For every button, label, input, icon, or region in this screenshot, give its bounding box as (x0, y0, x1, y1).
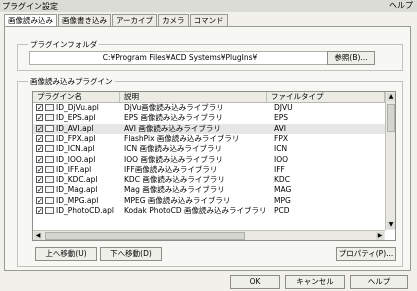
plugin-description: EPS 画像読み込みライブラリ (124, 113, 223, 123)
column-header-filetype[interactable]: ファイルタイプ (267, 92, 385, 102)
plugin-description: IOO 画像読み込みライブラリ (124, 154, 223, 164)
plugin-filetype: PCD (274, 206, 290, 215)
plugin-enabled-checkbox[interactable]: ✓ (36, 186, 43, 194)
move-up-button[interactable]: 上へ移動(U) (35, 247, 97, 261)
plugin-name: ID_Mag.apl (56, 185, 98, 195)
plugin-filetype: MAG (274, 185, 292, 195)
plugin-settings-dialog: プラグイン設定 ヘルプ 画像読み込み 画像書き込み アーカイブ カメラ コマンド… (0, 0, 417, 291)
plugin-file-icon (45, 124, 54, 132)
reader-plugins-caption: 画像読み込みプラグイン (28, 76, 115, 87)
plugin-enabled-checkbox[interactable]: ✓ (36, 165, 43, 173)
plugin-enabled-checkbox[interactable]: ✓ (36, 104, 43, 112)
plugin-enabled-checkbox[interactable]: ✓ (36, 145, 43, 153)
plugin-filetype: IOO (274, 154, 289, 164)
browse-button[interactable]: 参照(B)... (327, 51, 375, 65)
plugin-file-icon (45, 155, 54, 163)
plugin-filetype: KDC (274, 175, 290, 185)
plugin-name: ID_IOO.apl (56, 154, 96, 164)
plugin-name: ID_DjVu.apl (56, 103, 99, 112)
plugin-filetype: IFF (274, 164, 285, 174)
plugin-enabled-checkbox[interactable]: ✓ (36, 124, 43, 132)
plugin-description: MPEG 画像読み込みライブラリ (124, 195, 231, 205)
plugin-row[interactable]: ✓ ID_DjVu.apl DjVu画像読み込みライブラリ DJVU (33, 103, 385, 113)
scroll-right-arrow-icon[interactable]: ▶ (376, 232, 384, 240)
plugin-enabled-checkbox[interactable]: ✓ (36, 155, 43, 163)
plugin-file-icon (45, 165, 54, 173)
plugin-file-icon (45, 186, 54, 194)
column-header-description[interactable]: 説明 (120, 92, 267, 102)
plugin-name: ID_IFF.apl (56, 164, 92, 174)
plugin-file-icon (45, 104, 54, 111)
plugin-filetype: EPS (274, 113, 289, 123)
plugin-row[interactable]: ✓ ID_PhotoCD.apl Kodak PhotoCD 画像読み込みライブラリ… (33, 206, 385, 216)
plugin-file-icon (45, 207, 54, 214)
plugin-description: DjVu画像読み込みライブラリ (124, 103, 224, 112)
plugin-file-icon (45, 145, 54, 153)
tab-archive[interactable]: アーカイブ (112, 14, 158, 26)
plugin-name: ID_PhotoCD.apl (56, 206, 114, 215)
plugin-name: ID_EPS.apl (56, 113, 96, 123)
tab-image-write[interactable]: 画像書き込み (58, 14, 111, 26)
plugin-description: KDC 画像読み込みライブラリ (124, 175, 225, 185)
plugin-row[interactable]: ✓ ID_AVI.apl AVI 画像読み込みライブラリ AVI (33, 123, 385, 134)
title-bar: プラグイン設定 ヘルプ (0, 0, 417, 12)
plugin-name: ID_FPX.apl (56, 133, 96, 143)
plugin-file-icon (45, 114, 54, 122)
scroll-up-arrow-icon[interactable]: ▲ (387, 93, 395, 101)
plugin-folder-caption: プラグインフォルダ (28, 39, 100, 50)
scroll-down-arrow-icon[interactable]: ▼ (387, 221, 395, 229)
plugin-row[interactable]: ✓ ID_FPX.apl FlashPix 画像読み込みライブラリ FPX (33, 134, 385, 144)
cancel-button[interactable]: キャンセル (285, 275, 345, 289)
plugin-filetype: ICN (274, 144, 288, 154)
horizontal-scrollbar[interactable]: ◀ ▶ (33, 230, 385, 240)
plugin-row[interactable]: ✓ ID_IFF.apl IFF画像読み込みライブラリ IFF (33, 165, 385, 175)
plugin-enabled-checkbox[interactable]: ✓ (36, 114, 43, 122)
plugin-enabled-checkbox[interactable]: ✓ (36, 196, 43, 204)
title-help-button[interactable]: ヘルプ (389, 0, 413, 11)
plugin-name: ID_AVI.apl (56, 123, 94, 133)
plugin-name: ID_ICN.apl (56, 144, 95, 154)
plugin-row[interactable]: ✓ ID_MPG.apl MPEG 画像読み込みライブラリ MPG (33, 196, 385, 206)
tab-camera[interactable]: カメラ (158, 14, 189, 26)
list-header: プラグイン名 説明 ファイルタイプ (33, 92, 385, 103)
plugin-description: FlashPix 画像読み込みライブラリ (124, 133, 240, 143)
ok-button[interactable]: OK (230, 275, 280, 289)
plugin-list[interactable]: プラグイン名 説明 ファイルタイプ ✓ ID_DjVu.apl DjVu画像読み込み… (32, 91, 396, 241)
plugin-enabled-checkbox[interactable]: ✓ (36, 207, 43, 215)
plugin-enabled-checkbox[interactable]: ✓ (36, 176, 43, 184)
plugin-row[interactable]: ✓ ID_IOO.apl IOO 画像読み込みライブラリ IOO (33, 155, 385, 165)
plugin-name: ID_MPG.apl (56, 195, 99, 205)
vertical-scrollbar[interactable]: ▲ ▼ (385, 92, 395, 230)
plugin-filetype: AVI (274, 123, 286, 133)
plugin-filetype: MPG (274, 195, 291, 205)
plugin-file-icon (45, 176, 54, 184)
plugin-filetype: FPX (274, 133, 288, 143)
move-down-button[interactable]: 下へ移動(D) (100, 247, 162, 261)
plugin-folder-path[interactable]: C:¥Program Files¥ACD Systems¥PlugIns¥ (29, 51, 331, 65)
plugin-description: Kodak PhotoCD 画像読み込みライブラリ (124, 206, 267, 215)
plugin-row[interactable]: ✓ ID_EPS.apl EPS 画像読み込みライブラリ EPS (33, 113, 385, 123)
plugin-description: IFF画像読み込みライブラリ (124, 164, 218, 174)
plugin-filetype: DJVU (274, 103, 293, 112)
window-title: プラグイン設定 (2, 2, 58, 11)
tab-command[interactable]: コマンド (189, 14, 228, 26)
plugin-row[interactable]: ✓ ID_Mag.apl Mag 画像読み込みライブラリ MAG (33, 185, 385, 195)
plugin-file-icon (45, 196, 54, 204)
plugin-row[interactable]: ✓ ID_KDC.apl KDC 画像読み込みライブラリ KDC (33, 175, 385, 185)
properties-button[interactable]: プロパティ(P)... (336, 247, 396, 261)
tab-strip: 画像読み込み 画像書き込み アーカイブ カメラ コマンド (4, 14, 229, 27)
plugin-description: ICN 画像読み込みライブラリ (124, 144, 222, 154)
scroll-left-arrow-icon[interactable]: ◀ (34, 232, 42, 240)
plugin-name: ID_KDC.apl (56, 175, 98, 185)
plugin-enabled-checkbox[interactable]: ✓ (36, 134, 43, 142)
plugin-row[interactable]: ✓ ID_ICN.apl ICN 画像読み込みライブラリ ICN (33, 144, 385, 154)
column-header-name[interactable]: プラグイン名 (33, 92, 120, 102)
plugin-description: AVI 画像読み込みライブラリ (124, 123, 221, 133)
plugin-file-icon (45, 134, 54, 142)
vertical-scroll-thumb[interactable] (387, 104, 395, 132)
plugin-description: Mag 画像読み込みライブラリ (124, 185, 225, 195)
horizontal-scroll-thumb[interactable] (45, 232, 245, 240)
help-button[interactable]: ヘルプ (350, 275, 408, 289)
